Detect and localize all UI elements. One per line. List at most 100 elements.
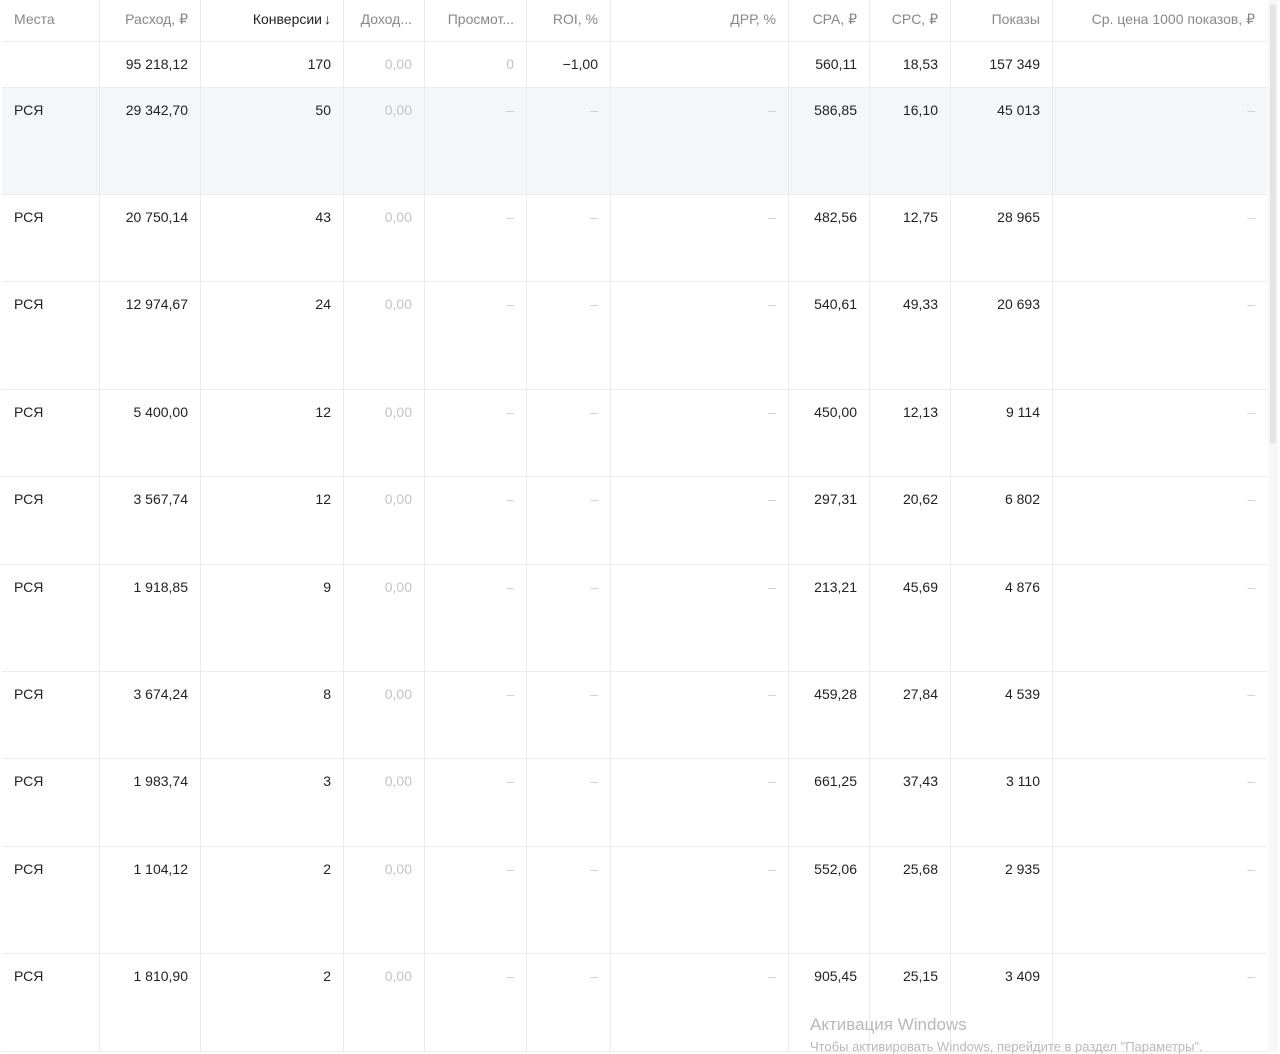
vertical-scrollbar[interactable] [1268,0,1278,1052]
column-header-cpm[interactable]: Ср. цена 1000 показов, ₽ [1053,0,1267,41]
views-cell: – [425,954,527,1051]
roi-cell: – [527,954,611,1051]
expense-cell: 3 567,74 [100,477,201,564]
conversions-cell: 9 [201,565,344,671]
place-cell: РСЯ [2,88,100,194]
place-cell: РСЯ [2,954,100,1051]
place-cell: РСЯ [2,759,100,846]
views-cell: – [425,390,527,476]
table-row[interactable]: РСЯ 20 750,14 43 0,00– – –482,56 12,75 28 965– [2,195,1267,282]
column-header-cpa[interactable]: CPA, ₽ [789,0,870,41]
cpc-cell: 45,69 [870,565,951,671]
table-row[interactable]: РСЯ 3 674,24 8 0,00– – –459,28 27,84 4 539– [2,672,1267,759]
expense-cell: 5 400,00 [100,390,201,476]
income-cell: 0,00 [344,565,425,671]
conversions-cell: 12 [201,477,344,564]
place-cell: РСЯ [2,847,100,953]
roi-cell: – [527,847,611,953]
conversions-cell: 3 [201,759,344,846]
activation-title: Активация Windows [810,1015,967,1034]
column-header-roi[interactable]: ROI, % [527,0,611,41]
cpa-cell: 482,56 [789,195,870,281]
impressions-cell: 20 693 [951,282,1053,389]
column-header-conversions[interactable]: Конверсии ↓ [201,0,344,41]
column-header-views[interactable]: Просмот... [425,0,527,41]
totals-place-cell [2,42,100,87]
conversions-cell: 2 [201,954,344,1051]
impressions-cell: 4 876 [951,565,1053,671]
table-row[interactable]: РСЯ 3 567,74 12 0,00– – –297,31 20,62 6 802– [2,477,1267,565]
column-header-income[interactable]: Доход... [344,0,425,41]
income-cell: 0,00 [344,390,425,476]
column-header-cpc[interactable]: CPC, ₽ [870,0,951,41]
expense-cell: 12 974,67 [100,282,201,389]
drr-cell: – [611,954,789,1051]
sort-down-icon[interactable]: ↓ [324,11,331,27]
conversions-cell: 50 [201,88,344,194]
totals-cpa-cell: 560,11 [789,42,870,87]
place-cell: РСЯ [2,477,100,564]
place-cell: РСЯ [2,195,100,281]
table-row[interactable]: РСЯ 29 342,70 50 0,00– – –586,85 16,10 45 013– [2,88,1267,195]
impressions-cell: 2 935 [951,847,1053,953]
cpm-cell: – [1247,209,1255,225]
drr-cell: – [611,88,789,194]
views-cell: – [425,477,527,564]
column-header-places[interactable]: Места [2,0,100,41]
table-header: Места Расход, ₽ Конверсии ↓ Доход... Прос… [2,0,1267,42]
column-header-drr[interactable]: ДРР, % [611,0,789,41]
roi-cell: – [527,88,611,194]
totals-impressions-cell: 157 349 [951,42,1053,87]
place-cell: РСЯ [2,282,100,389]
table-row[interactable]: РСЯ 1 918,85 9 0,00– – –213,21 45,69 4 876– [2,565,1267,672]
expense-cell: 20 750,14 [100,195,201,281]
roi-cell: – [527,565,611,671]
drr-cell: – [611,565,789,671]
cpc-cell: 12,13 [870,390,951,476]
drr-cell: – [611,195,789,281]
column-header-impressions[interactable]: Показы [951,0,1053,41]
income-cell: 0,00 [344,847,425,953]
totals-conversions-cell: 170 [201,42,344,87]
table-row[interactable]: РСЯ 1 983,74 3 0,00– – –661,25 37,43 3 110– [2,759,1267,847]
drr-cell: – [611,759,789,846]
conversions-cell: 43 [201,195,344,281]
impressions-cell: 3 110 [951,759,1053,846]
views-cell: – [425,195,527,281]
roi-cell: – [527,759,611,846]
expense-cell: 29 342,70 [100,88,201,194]
drr-cell: – [611,390,789,476]
views-cell: – [425,565,527,671]
cpa-cell: 540,61 [789,282,870,389]
conversions-cell: 12 [201,390,344,476]
roi-cell: – [527,672,611,758]
cpc-cell: 12,75 [870,195,951,281]
impressions-cell: 4 539 [951,672,1053,758]
cpa-cell: 552,06 [789,847,870,953]
drr-cell: – [611,477,789,564]
table-row[interactable]: РСЯ 12 974,67 24 0,00– – –540,61 49,33 20 693– [2,282,1267,390]
drr-cell: – [611,282,789,389]
cpc-cell: 20,62 [870,477,951,564]
views-cell: – [425,759,527,846]
income-cell: 0,00 [344,672,425,758]
table-row[interactable]: РСЯ 5 400,00 12 0,00– – –450,00 12,13 9 114– [2,390,1267,477]
cpm-cell: – [1247,579,1255,595]
impressions-cell: 45 013 [951,88,1053,194]
column-header-expense[interactable]: Расход, ₽ [100,0,201,41]
cpm-cell: – [1247,773,1255,789]
cpc-cell: 25,68 [870,847,951,953]
expense-cell: 1 918,85 [100,565,201,671]
views-cell: – [425,282,527,389]
drr-cell: – [611,847,789,953]
cpm-cell: – [1247,404,1255,420]
scrollbar-thumb[interactable] [1270,4,1276,444]
table-row[interactable]: РСЯ 1 104,12 2 0,00– – –552,06 25,68 2 935– [2,847,1267,954]
cpa-cell: 213,21 [789,565,870,671]
cpa-cell: 450,00 [789,390,870,476]
place-cell: РСЯ [2,390,100,476]
cpm-cell: – [1247,296,1255,312]
roi-cell: – [527,195,611,281]
place-cell: РСЯ [2,672,100,758]
totals-row: 95 218,12 170 0,00 0 −1,00 560,11 18,53 … [2,42,1267,88]
